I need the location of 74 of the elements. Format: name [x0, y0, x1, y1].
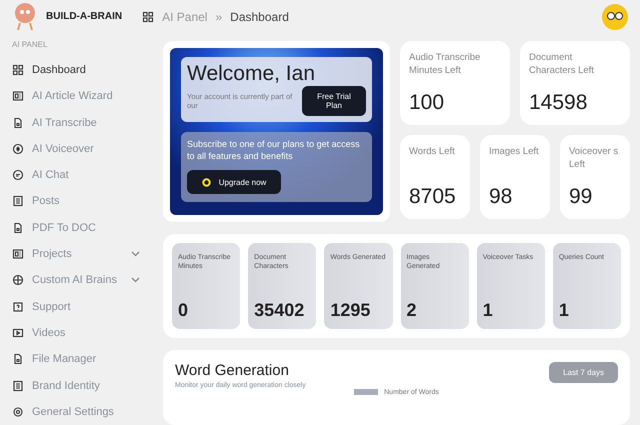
chart-title: Word Generation: [175, 362, 290, 379]
sidebar-item[interactable]: AI Transcribe: [12, 109, 160, 136]
stat-value: 8705: [409, 184, 457, 209]
sidebar-label: Projects: [32, 248, 73, 260]
settings-icon: [12, 406, 24, 418]
stat-value: 100: [409, 90, 446, 115]
stat-label: Voiceover s Left: [569, 144, 620, 172]
usage-value: 2: [406, 300, 418, 321]
stat-label: Audio Transcribe Minutes Left: [409, 50, 482, 78]
list-icon: [12, 195, 24, 208]
sidebar-label: AI Voiceover: [32, 142, 95, 155]
stat-label: Words Left: [409, 144, 456, 158]
sidebar-label: PDF To DOC: [32, 222, 97, 234]
sidebar-label: Support: [32, 300, 72, 313]
sidebar-label: General Settings: [32, 406, 115, 418]
sidebar-item[interactable]: AI Voiceover: [12, 136, 160, 162]
sidebar-label: AI Article Wizard: [32, 90, 114, 102]
legend-swatch: [354, 389, 378, 396]
stat-value: 99: [569, 184, 594, 209]
sidebar-item[interactable]: Brand Identity: [12, 372, 160, 399]
brand-name: BUILD-A-BRAIN: [46, 11, 122, 22]
help-icon: [12, 300, 24, 313]
date-range-button[interactable]: Last 7 days: [549, 362, 618, 383]
sidebar-item[interactable]: Custom AI Brains: [12, 267, 160, 294]
breadcrumb-current: Dashboard: [230, 10, 289, 24]
grid-icon: [142, 10, 154, 23]
file-icon: [12, 116, 24, 129]
usage-value: 1: [482, 300, 494, 321]
file-icon: [12, 353, 24, 366]
sidebar-item[interactable]: General Settings: [12, 398, 160, 425]
chat-icon: [12, 169, 24, 182]
document-icon: [12, 90, 24, 102]
document-icon: [12, 248, 24, 260]
sidebar-label: AI Chat: [32, 169, 70, 182]
welcome-title: Welcome, Ian: [187, 62, 316, 86]
plan-button[interactable]: Free Trial Plan: [302, 86, 366, 116]
video-icon: [12, 326, 24, 339]
brain-mascot-icon: [12, 2, 38, 32]
soundwave-icon: [12, 142, 24, 155]
usage-value: 0: [178, 300, 190, 321]
stat-label: Images Left: [489, 144, 540, 158]
usage-value: 1: [558, 300, 570, 321]
sidebar-item[interactable]: AI Article Wizard: [12, 83, 160, 110]
sidebar-item[interactable]: AI Chat: [12, 162, 160, 188]
breadcrumb-link[interactable]: AI Panel: [162, 10, 208, 24]
list-icon: [12, 380, 24, 392]
sidebar-item[interactable]: Videos: [12, 320, 160, 346]
upgrade-button[interactable]: Upgrade now: [187, 170, 281, 194]
usage-value: 1295: [330, 300, 372, 321]
sidebar-item[interactable]: Dashboard: [12, 56, 160, 84]
grid-icon: [12, 64, 24, 76]
sidebar-item[interactable]: File Manager: [12, 346, 160, 372]
sidebar-item[interactable]: Posts: [12, 188, 160, 215]
sidebar-heading: AI PANEL: [12, 40, 48, 49]
globe-icon: [12, 274, 24, 286]
circle-icon: [202, 178, 211, 187]
usage-value: 35402: [254, 300, 306, 321]
sidebar-label: Videos: [32, 326, 66, 339]
stat-value: 14598: [529, 90, 588, 115]
stat-label: Document Characters Left: [529, 50, 595, 78]
sidebar-label: Posts: [32, 195, 61, 208]
sidebar-item[interactable]: Support: [12, 294, 160, 320]
sidebar-label: Custom AI Brains: [32, 274, 118, 286]
stat-value: 98: [489, 184, 514, 209]
sidebar-label: Dashboard: [32, 64, 87, 76]
promo-text: Subscribe to one of our plans to get access to all features and benefits: [187, 138, 361, 162]
file-icon: [12, 222, 24, 234]
breadcrumb-separator: »: [215, 10, 222, 24]
sidebar-item[interactable]: Projects: [12, 240, 160, 268]
sidebar-label: File Manager: [32, 353, 98, 366]
avatar-icon[interactable]: [602, 4, 628, 30]
sidebar-item[interactable]: PDF To DOC: [12, 214, 160, 241]
sidebar-label: AI Transcribe: [32, 116, 98, 129]
sidebar-label: Brand Identity: [32, 380, 101, 392]
